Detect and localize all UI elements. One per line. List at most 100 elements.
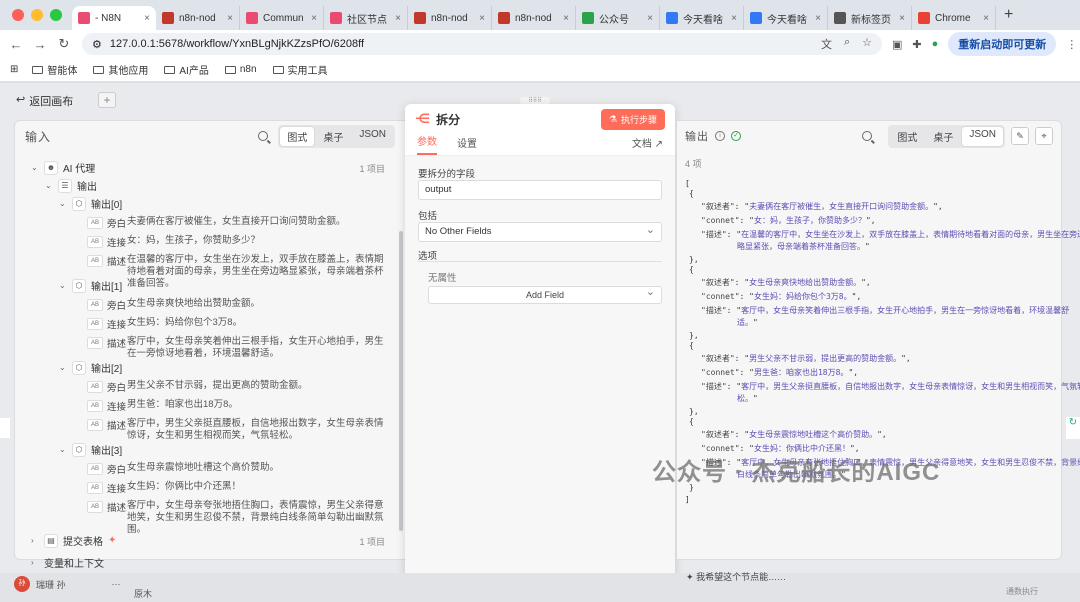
browser-tab[interactable]: 新标签页 ×	[828, 6, 912, 30]
tree-node-variables[interactable]: › 变量和上下文	[31, 555, 104, 570]
add-node-button[interactable]: +	[98, 92, 116, 108]
tree-field[interactable]: AB 描述 客厅中，女生母亲笑着伸出三根手指，女生开心地拍手，男生在一旁惊讶地看着，…	[87, 336, 385, 360]
view-table-button[interactable]: 桌子	[316, 127, 350, 146]
tab-settings[interactable]: 设置	[457, 135, 477, 155]
tree-field[interactable]: AB 连接 女生妈：你俩比中介还黑！	[87, 481, 385, 495]
chevron-down-icon[interactable]: ⌄	[59, 363, 67, 372]
maximize-window-button[interactable]	[50, 9, 62, 21]
tree-field[interactable]: AB 旁白 女生母亲爽快地给出赞助金额。	[87, 298, 385, 312]
browser-tab[interactable]: 社区节点 ×	[324, 6, 408, 30]
pin-icon[interactable]: ⌖	[1035, 127, 1053, 145]
node-title[interactable]: 拆分	[436, 111, 460, 128]
tree-field[interactable]: AB 连接 女生妈：妈给你包个3万8。	[87, 317, 385, 331]
back-arrow-icon[interactable]: ←	[4, 37, 28, 52]
view-json-button[interactable]: JSON	[962, 126, 1003, 146]
browser-tab[interactable]: 公众号 ×	[576, 6, 660, 30]
more-menu-icon[interactable]: ⋮	[1066, 38, 1077, 51]
user-info[interactable]: 孙 瑞珊 孙 ···	[14, 576, 121, 592]
field-to-split-input[interactable]: output	[418, 180, 662, 200]
browser-tab[interactable]: Commun ×	[240, 6, 324, 30]
browser-tab[interactable]: n8n-nod ×	[408, 6, 492, 30]
bookmark-folder[interactable]: n8n	[224, 62, 257, 77]
chevron-down-icon[interactable]: ⌄	[59, 445, 67, 454]
left-panel-handle[interactable]	[0, 418, 10, 438]
bookmark-folder[interactable]: 其他应用	[93, 62, 148, 77]
restart-update-button[interactable]: 重新启动即可更新	[948, 32, 1057, 56]
apps-grid-icon[interactable]: ⊞	[10, 64, 18, 75]
scrollbar[interactable]	[399, 231, 403, 531]
tree-node-output-item[interactable]: ⌄ ⬡ 输出[3]	[59, 442, 122, 457]
tree-node-output-item[interactable]: ⌄ ⬡ 输出[2]	[59, 360, 122, 375]
tab-close-icon[interactable]: ×	[479, 13, 485, 24]
translate-icon[interactable]: 文	[821, 36, 832, 52]
tree-field[interactable]: AB 连接 女：妈，生孩子，你赞助多少？	[87, 235, 385, 249]
chevron-down-icon[interactable]: ⌄	[45, 181, 53, 190]
tab-close-icon[interactable]: ×	[563, 13, 569, 24]
back-to-canvas-link[interactable]: ↩ 返回画布	[16, 93, 73, 109]
tree-field[interactable]: AB 旁白 女生母亲震惊地吐槽这个高价赞助。	[87, 462, 385, 476]
tab-close-icon[interactable]: ×	[983, 13, 989, 24]
tree-field[interactable]: AB 旁白 男生父亲不甘示弱，提出更高的赞助金额。	[87, 380, 385, 394]
bookmark-star-icon[interactable]: ☆	[862, 36, 872, 52]
tab-close-icon[interactable]: ×	[815, 13, 821, 24]
tree-field[interactable]: AB 描述 在温馨的客厅中，女生坐在沙发上，双手放在膝盖上，表情期待地看着对面的母亲…	[87, 254, 385, 290]
bookmark-folder[interactable]: AI产品	[164, 62, 209, 77]
minimize-window-button[interactable]	[31, 9, 43, 21]
tab-close-icon[interactable]: ×	[647, 13, 653, 24]
right-panel-handle[interactable]: ↻	[1066, 417, 1080, 439]
tree-node-output-item[interactable]: ⌄ ⬡ 输出[0]	[59, 196, 122, 211]
address-bar[interactable]: ⚙ 127.0.0.1:5678/workflow/YxnBLgNjkKZzsP…	[82, 33, 882, 55]
view-schema-button[interactable]: 图式	[890, 127, 924, 146]
close-window-button[interactable]	[12, 9, 24, 21]
browser-tab[interactable]: Chrome ×	[912, 6, 996, 30]
include-select[interactable]: No Other Fields	[418, 221, 662, 242]
chevron-down-icon[interactable]: ⌄	[59, 281, 67, 290]
tree-field[interactable]: AB 描述 客厅中，女生母亲夸张地捂住胸口，表情震惊，男生父亲得意地笑，女生和男生忍…	[87, 500, 385, 536]
extension-icon[interactable]: ▣	[892, 38, 902, 51]
tab-close-icon[interactable]: ×	[227, 13, 233, 24]
edit-pencil-icon[interactable]: ✎	[1011, 127, 1029, 145]
chevron-down-icon[interactable]: ⌄	[59, 199, 67, 208]
zoom-icon[interactable]: ⌕	[844, 36, 850, 52]
profile-icon[interactable]: ●	[932, 38, 939, 50]
tree-node-ai-agent[interactable]: ⌄ ☻ AI 代理	[31, 160, 95, 175]
more-dots-icon[interactable]: ···	[112, 579, 121, 589]
bookmark-folder[interactable]: 智能体	[32, 62, 77, 77]
puzzle-icon[interactable]: ✚	[912, 38, 921, 51]
chevron-right-icon[interactable]: ›	[31, 536, 39, 545]
tree-node-submit-form[interactable]: › ▤ 提交表格 ✦	[31, 533, 116, 548]
info-icon[interactable]: i	[715, 131, 725, 141]
ai-prompt-hint[interactable]: ✦ 我希望这个节点能……	[686, 570, 786, 583]
browser-tab[interactable]: n8n-nod ×	[156, 6, 240, 30]
browser-tab[interactable]: 今天看啥 ×	[744, 6, 828, 30]
tree-field[interactable]: AB 描述 客厅中，男生父亲挺直腰板，自信地报出数字，女生母亲表情惊讶，女生和男生相…	[87, 418, 385, 442]
reload-icon[interactable]: ↻	[52, 36, 76, 52]
new-tab-button[interactable]: +	[996, 6, 1021, 30]
execute-step-button[interactable]: ⚗ 执行步骤	[600, 108, 665, 130]
tree-field[interactable]: AB 连接 男生爸：咱家也出18万8。	[87, 399, 385, 413]
tree-node-output-item[interactable]: ⌄ ⬡ 输出[1]	[59, 278, 122, 293]
browser-tab[interactable]: n8n-nod ×	[492, 6, 576, 30]
tree-node-output[interactable]: ⌄ ☰ 输出	[45, 178, 97, 193]
bookmark-folder[interactable]: 实用工具	[272, 62, 328, 77]
view-schema-button[interactable]: 图式	[280, 126, 315, 146]
search-icon[interactable]	[258, 131, 269, 141]
browser-tab[interactable]: 今天看啥 ×	[660, 6, 744, 30]
forward-arrow-icon[interactable]: →	[28, 37, 52, 52]
add-field-button[interactable]: Add Field	[428, 284, 662, 304]
chevron-down-icon[interactable]: ⌄	[31, 163, 39, 172]
chevron-right-icon[interactable]: ›	[31, 558, 39, 567]
search-icon[interactable]	[862, 131, 873, 141]
view-json-button[interactable]: JSON	[352, 127, 393, 146]
tree-field[interactable]: AB 旁白 夫妻俩在客厅被催生，女生直接开口询问赞助金额。	[87, 216, 385, 230]
tab-close-icon[interactable]: ×	[899, 13, 905, 24]
tab-close-icon[interactable]: ×	[144, 13, 150, 24]
tab-close-icon[interactable]: ×	[311, 13, 317, 24]
view-table-button[interactable]: 桌子	[926, 127, 960, 146]
docs-link[interactable]: 文档 ↗	[632, 135, 663, 155]
site-info-icon[interactable]: ⚙	[92, 38, 102, 51]
tab-close-icon[interactable]: ×	[731, 13, 737, 24]
tab-close-icon[interactable]: ×	[395, 13, 401, 24]
browser-tab[interactable]: - N8N ×	[72, 6, 156, 30]
tab-parameters[interactable]: 参数	[417, 133, 437, 155]
